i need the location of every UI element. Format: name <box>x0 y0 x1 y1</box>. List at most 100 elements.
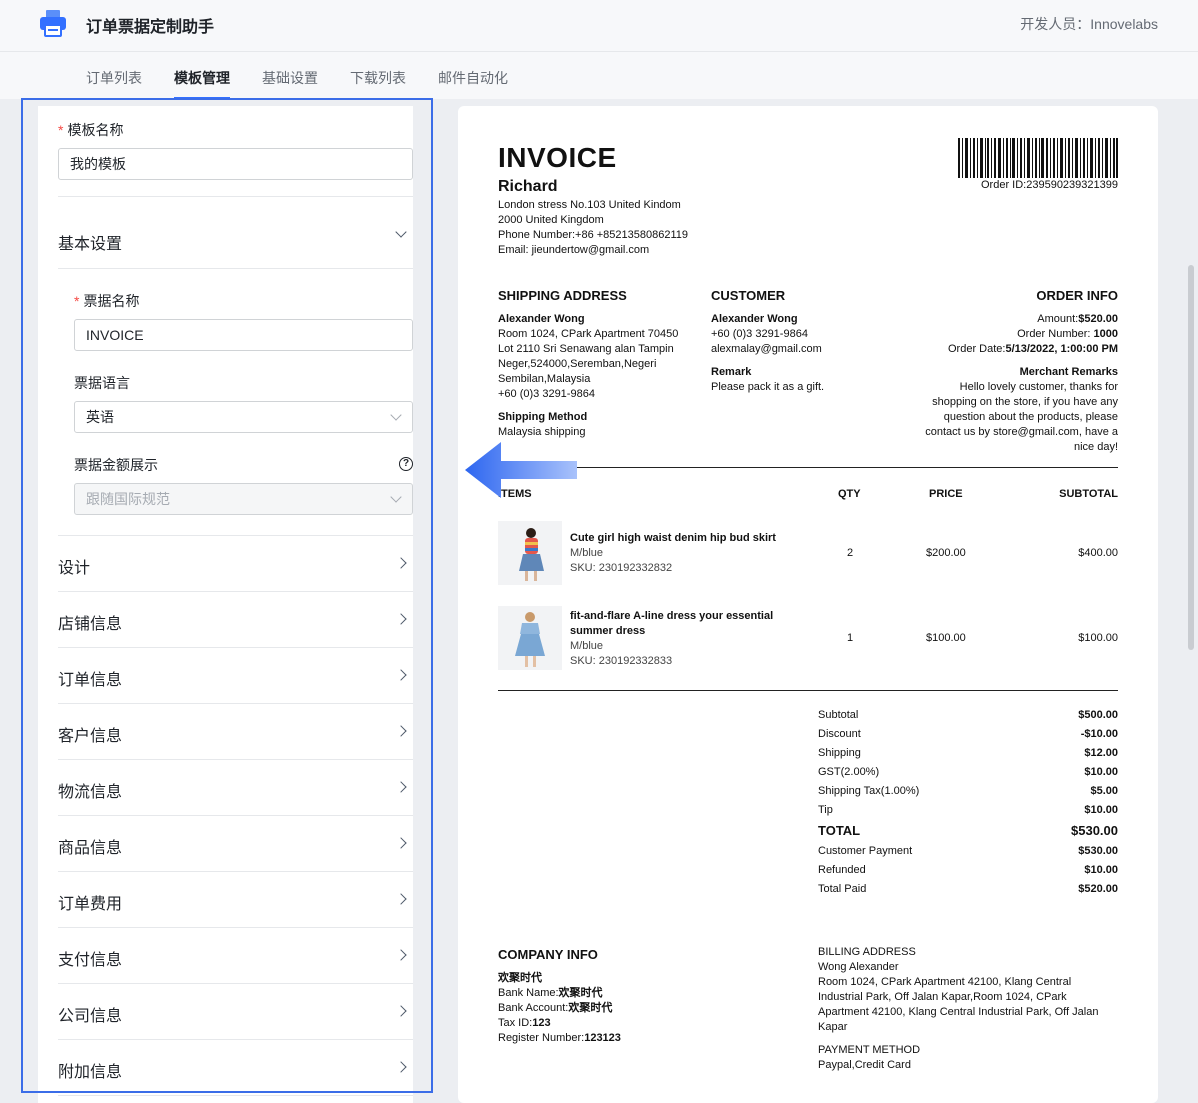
order-number: Order Number: 1000 <box>898 327 1118 342</box>
billing-heading: BILLING ADDRESS <box>818 946 916 958</box>
order-date: Order Date:5/13/2022, 1:00:00 PM <box>898 342 1118 357</box>
bank-account-value: 欢聚时代 <box>568 1002 613 1014</box>
shipping-line3: Neger,524000,Seremban,Negeri <box>498 358 657 370</box>
merchant-remarks-label: Merchant Remarks <box>1019 366 1118 378</box>
bank-name-value: 欢聚时代 <box>558 987 603 999</box>
total-label: Customer Payment <box>818 845 913 857</box>
tab-bar: 订单列表 模板管理 基础设置 下载列表 邮件自动化 <box>0 52 1198 99</box>
billing-name: Wong Alexander <box>818 961 899 973</box>
tax-id-value: 123 <box>532 1017 551 1029</box>
order-number-value: 1000 <box>1093 328 1118 340</box>
remark-value: Please pack it as a gift. <box>711 381 825 393</box>
item-subtotal: $100.00 <box>1078 632 1118 644</box>
total-label: Total Paid <box>818 883 867 895</box>
total-label: Discount <box>818 728 861 740</box>
invoice-title: INVOICE <box>498 142 617 173</box>
item-sku: SKU: 230192332833 <box>570 655 673 667</box>
item-name: summer dress <box>570 625 646 637</box>
order-number-label: Order Number: <box>1017 328 1094 340</box>
barcode <box>958 138 1118 178</box>
item-price: $200.00 <box>926 547 966 559</box>
shipping-line1: Room 1024, CPark Apartment 70450 <box>498 328 679 340</box>
item-qty: 2 <box>847 547 854 559</box>
order-id: Order ID:239590239321399 <box>981 179 1118 191</box>
store-email: Email: jieundertow@gmail.com <box>498 244 650 256</box>
order-info-heading: ORDER INFO <box>1036 288 1118 303</box>
item-qty: 1 <box>847 632 854 644</box>
merchant-remarks-line: nice day! <box>1073 441 1118 453</box>
total-label: Refunded <box>818 864 866 876</box>
total-label: Tip <box>818 804 833 816</box>
customer-name: Alexander Wong <box>711 313 798 325</box>
item-price: $100.00 <box>926 632 966 644</box>
billing-line: Apartment 42100, Klang Central Industria… <box>818 1006 1099 1018</box>
order-amount-value: $520.00 <box>1078 313 1118 325</box>
tax-id: Tax ID:123 <box>498 1016 551 1031</box>
divider <box>498 690 1118 691</box>
total-value: -$10.00 <box>1080 728 1118 740</box>
arrow-left-icon <box>465 442 577 498</box>
billing-line: Kapar <box>818 1021 848 1033</box>
tab-email-automation[interactable]: 邮件自动化 <box>438 68 508 88</box>
total-label: Shipping Tax(1.00%) <box>818 785 920 797</box>
bank-name: Bank Name:欢聚时代 <box>498 986 603 1001</box>
top-bar: 订单票据定制助手 开发人员：Innovelabs <box>0 0 1198 52</box>
merchant-remarks-line: shopping on the store, if you have any <box>932 396 1118 408</box>
tab-download-list[interactable]: 下载列表 <box>350 68 406 88</box>
product-image <box>498 606 562 670</box>
divider <box>498 467 1118 468</box>
item-name: fit-and-flare A-line dress your essentia… <box>570 610 774 622</box>
scrollbar-thumb[interactable] <box>1188 265 1194 650</box>
register-number: Register Number:123123 <box>498 1031 621 1046</box>
total-label: Subtotal <box>818 709 859 721</box>
item-variant: M/blue <box>570 547 604 559</box>
total-label: Shipping <box>818 747 861 759</box>
billing-line: Room 1024, CPark Apartment 42100, Klang … <box>818 976 1072 988</box>
store-name: Richard <box>498 178 558 195</box>
merchant-remarks-line: contact us by store@gmail.com, have a <box>925 426 1118 438</box>
item-variant: M/blue <box>570 640 604 652</box>
store-phone: Phone Number:+86 +85213580862119 <box>498 229 689 241</box>
total-label: GST(2.00%) <box>818 766 880 778</box>
total-value: $500.00 <box>1078 709 1118 721</box>
grand-total-label: TOTAL <box>818 823 861 838</box>
register-number-label: Register Number: <box>498 1032 585 1044</box>
shipping-name: Alexander Wong <box>498 313 585 325</box>
order-amount: Amount:$520.00 <box>898 312 1118 327</box>
billing-line: Industrial Park, Off Jalan Kapar,Room 10… <box>818 991 1067 1003</box>
tab-order-list[interactable]: 订单列表 <box>86 68 142 88</box>
shipping-line4: Sembilan,Malaysia <box>498 373 591 385</box>
product-image <box>498 521 562 585</box>
tab-template-management[interactable]: 模板管理 <box>174 68 230 99</box>
printer-logo-icon <box>40 10 66 37</box>
app-title: 订单票据定制助手 <box>86 19 215 36</box>
customer-phone: +60 (0)3 3291-9864 <box>711 328 808 340</box>
shipping-phone: +60 (0)3 3291-9864 <box>498 388 595 400</box>
order-date-label: Order Date: <box>948 343 1006 355</box>
merchant-remarks-line: Hello lovely customer, thanks for <box>959 381 1118 393</box>
highlight-frame <box>21 98 433 1093</box>
store-address-line1: London stress No.103 United Kindom <box>498 199 681 211</box>
remark-label: Remark <box>711 366 752 378</box>
register-number-value: 123123 <box>584 1032 621 1044</box>
total-value: $10.00 <box>1084 804 1118 816</box>
item-name: Cute girl high waist denim hip bud skirt <box>570 532 776 544</box>
shipping-method-label: Shipping Method <box>498 411 588 423</box>
store-address-line2: 2000 United Kingdom <box>498 214 604 226</box>
company-name: 欢聚时代 <box>498 972 542 984</box>
customer-heading: CUSTOMER <box>711 288 786 303</box>
divider <box>58 1095 413 1096</box>
grand-total-value: $530.00 <box>1071 823 1118 838</box>
shipping-heading: SHIPPING ADDRESS <box>498 288 627 303</box>
company-heading: COMPANY INFO <box>498 947 598 962</box>
customer-email: alexmalay@gmail.com <box>711 343 822 355</box>
order-date-value: 5/13/2022, 1:00:00 PM <box>1005 343 1118 355</box>
bank-account: Bank Account:欢聚时代 <box>498 1001 612 1016</box>
total-value: $530.00 <box>1078 845 1118 857</box>
payment-method-heading: PAYMENT METHOD <box>818 1044 921 1056</box>
merchant-remarks-line: question about the products, please <box>943 411 1118 423</box>
invoice-preview: INVOICE Richard London stress No.103 Uni… <box>458 106 1158 1103</box>
tab-basic-settings[interactable]: 基础设置 <box>262 68 318 88</box>
item-sku: SKU: 230192332832 <box>570 562 673 574</box>
shipping-method-value: Malaysia shipping <box>498 426 586 438</box>
